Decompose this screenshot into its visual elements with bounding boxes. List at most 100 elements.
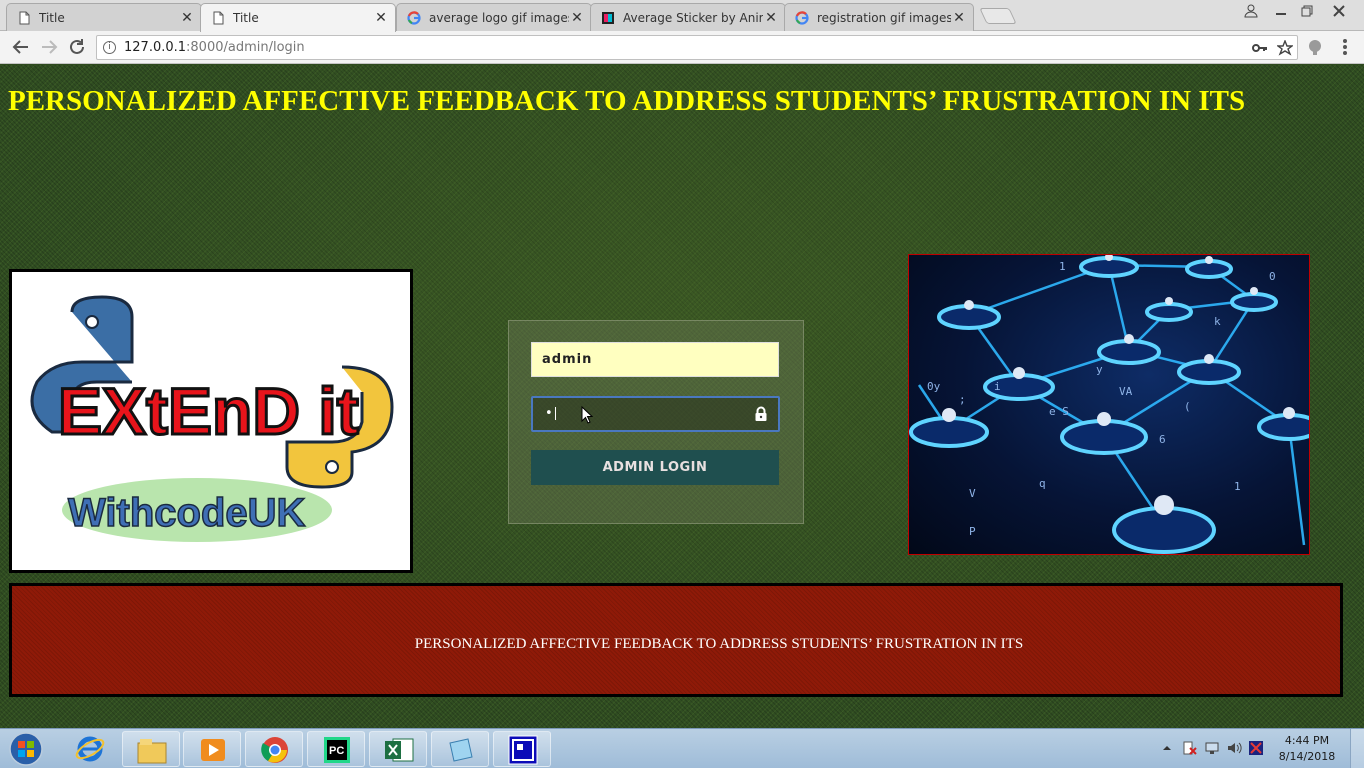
windows-taskbar: PC 4:44 PM 8/14/2018 (0, 728, 1364, 768)
taskbar-notepad[interactable] (431, 731, 489, 767)
close-icon[interactable]: ✕ (569, 10, 585, 26)
network-illustration: 1 0 k y VA e S 6 q V P 0y i ; ( 1 (909, 255, 1309, 554)
admin-login-button[interactable]: ADMIN LOGIN (531, 450, 779, 485)
tab-label: Title (233, 11, 259, 25)
network-glyph: P (969, 525, 976, 538)
text-caret (554, 407, 556, 420)
sticker-icon (602, 11, 614, 24)
internet-explorer-icon[interactable] (74, 733, 106, 765)
clock-time: 4:44 PM (1284, 734, 1330, 747)
extend-it-logo: EXtEnD it WithcodeUK (9, 269, 413, 573)
tab-average-logo[interactable]: average logo gif images ✕ (396, 3, 592, 31)
network-glyph: V (969, 487, 976, 500)
footer-banner: PERSONALIZED AFFECTIVE FEEDBACK TO ADDRE… (9, 583, 1343, 697)
network-glyph: ; (959, 393, 966, 406)
google-icon (795, 10, 809, 25)
tab-average-sticker[interactable]: Average Sticker by Anima ✕ (590, 3, 786, 31)
network-glyph: 1 (1059, 260, 1066, 273)
system-tray: 4:44 PM 8/14/2018 (1144, 729, 1364, 768)
reload-icon[interactable] (66, 36, 88, 58)
network-glyph: 0y (927, 380, 941, 393)
bookmark-star-icon[interactable] (1277, 40, 1293, 56)
profile-icon[interactable] (1238, 2, 1264, 20)
mouse-pointer-icon (581, 406, 593, 424)
url-path: :8000/admin/login (186, 40, 305, 55)
taskbar-app-window[interactable] (493, 731, 551, 767)
network-icon[interactable] (1204, 740, 1220, 756)
taskbar-chrome[interactable] (245, 731, 303, 767)
page-icon (19, 11, 30, 24)
tab-title-2[interactable]: Title ✕ (200, 3, 396, 32)
username-value: admin (542, 352, 593, 367)
svg-text:PC: PC (329, 745, 344, 757)
network-glyph: 6 (1159, 433, 1166, 446)
taskbar-clock[interactable]: 4:44 PM 8/14/2018 (1272, 733, 1342, 765)
notepad-icon (449, 738, 473, 762)
page-icon (213, 11, 224, 25)
page-title: PERSONALIZED AFFECTIVE FEEDBACK TO ADDRE… (8, 85, 1246, 117)
page-content: PERSONALIZED AFFECTIVE FEEDBACK TO ADDRE… (0, 65, 1364, 728)
back-arrow-icon[interactable] (10, 36, 32, 58)
lock-icon (755, 406, 767, 421)
app-window-icon (508, 735, 538, 765)
logo-sub-text: WithcodeUK (68, 491, 306, 535)
pycharm-icon: PC (324, 737, 350, 763)
clock-date: 8/14/2018 (1278, 750, 1336, 763)
address-bar[interactable]: i 127.0.0.1:8000/admin/login (96, 35, 1298, 60)
tab-label: registration gif images - G (817, 10, 951, 25)
tab-title-1[interactable]: Title ✕ (6, 3, 202, 31)
login-form: admin • ADMIN LOGIN (508, 320, 804, 524)
browser-toolbar: i 127.0.0.1:8000/admin/login (0, 31, 1364, 64)
minimize-icon[interactable] (1268, 2, 1294, 20)
tab-label: Average Sticker by Anima (623, 10, 763, 25)
close-icon[interactable]: ✕ (179, 10, 195, 26)
network-glyph: y (1096, 363, 1103, 376)
excel-icon (385, 738, 414, 762)
taskbar-excel[interactable] (369, 731, 427, 767)
restore-icon[interactable] (1294, 2, 1320, 20)
close-window-icon[interactable] (1320, 2, 1358, 20)
taskbar-file-explorer[interactable] (122, 731, 180, 767)
network-image: 1 0 k y VA e S 6 q V P 0y i ; ( 1 (908, 254, 1310, 555)
volume-icon[interactable] (1226, 740, 1242, 756)
footer-text: PERSONALIZED AFFECTIVE FEEDBACK TO ADDRE… (414, 636, 1024, 652)
show-desktop-button[interactable] (1350, 729, 1364, 768)
network-glyph: 0 (1269, 270, 1276, 283)
tab-label: Title (39, 10, 65, 25)
info-icon[interactable]: i (103, 41, 116, 54)
python-logo-image: EXtEnD it WithcodeUK (30, 295, 394, 542)
show-hidden-icons-icon[interactable] (1162, 743, 1172, 753)
tab-registration-gif[interactable]: registration gif images - G ✕ (784, 3, 974, 31)
tab-label: average logo gif images (429, 10, 569, 25)
close-icon[interactable]: ✕ (373, 10, 389, 26)
network-glyph: e S (1049, 405, 1069, 418)
logo-main-text: EXtEnD it (58, 374, 359, 448)
password-input[interactable]: • (531, 396, 780, 432)
close-icon[interactable]: ✕ (763, 10, 779, 26)
url-host: 127.0.0.1 (124, 40, 187, 55)
google-icon (407, 10, 421, 25)
file-explorer-icon (137, 739, 167, 764)
windows-start-icon[interactable] (4, 731, 48, 767)
network-glyph: 1 (1234, 480, 1241, 493)
network-glyph: ( (1184, 400, 1191, 413)
action-center-icon[interactable] (1182, 740, 1198, 756)
extension-icon[interactable] (1304, 36, 1326, 58)
network-glyph: k (1214, 315, 1221, 328)
network-glyph: q (1039, 477, 1046, 490)
taskbar-pycharm[interactable]: PC (307, 731, 365, 767)
forward-arrow-icon[interactable] (38, 36, 60, 58)
media-player-icon (201, 739, 225, 761)
close-icon[interactable]: ✕ (951, 10, 967, 26)
password-mask: • (545, 406, 553, 421)
username-input[interactable]: admin (531, 342, 779, 377)
flag-icon[interactable] (1248, 740, 1264, 756)
key-icon[interactable] (1252, 41, 1268, 55)
browser-tab-bar: Title ✕ Title ✕ average logo gif images … (0, 0, 1364, 32)
network-glyph: VA (1119, 385, 1133, 398)
taskbar-media-player[interactable] (183, 731, 241, 767)
network-glyph: i (994, 380, 1001, 393)
chrome-icon (261, 737, 288, 763)
menu-dots-icon[interactable] (1334, 36, 1356, 58)
new-tab-button[interactable] (979, 8, 1017, 24)
